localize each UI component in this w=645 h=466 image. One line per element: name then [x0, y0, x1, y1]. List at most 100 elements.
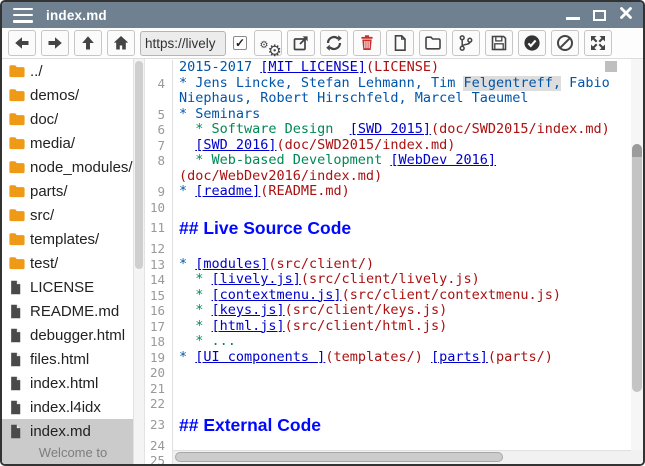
code-editor[interactable]: 2015-2017 [MIT LICENSE](LICENSE) 4* Jens … — [145, 59, 643, 464]
editor-vertical-scrollbar[interactable] — [631, 59, 643, 450]
folder-item[interactable]: test/ — [2, 251, 144, 275]
editor-vertical-scrollbar-thumb[interactable] — [632, 144, 642, 392]
forward-icon — [45, 33, 65, 53]
code-segment: * — [179, 272, 212, 287]
code-line: * Jens Lincke, Stefan Lehmann, Tim Felge… — [173, 76, 643, 92]
fullscreen-button[interactable] — [584, 30, 612, 56]
editor-row: 14 * [lively.js](src/client/lively.js) — [145, 272, 643, 288]
folder-icon — [8, 158, 26, 176]
file-item[interactable]: files.html — [2, 347, 144, 371]
selected-file-preview: Welcome to — [2, 443, 144, 464]
line-number: 11 — [145, 215, 173, 241]
line-number: 7 — [145, 138, 173, 154]
file-label: media/ — [30, 135, 75, 152]
editor-row: 8 * Web-based Development [WebDev 2016] — [145, 153, 643, 169]
sidebar-scrollbar-thumb[interactable] — [135, 61, 143, 269]
folder-item[interactable]: src/ — [2, 203, 144, 227]
code-line — [173, 365, 643, 381]
file-item[interactable]: README.md — [2, 299, 144, 323]
url-input[interactable] — [140, 31, 226, 56]
folder-icon — [8, 206, 26, 224]
code-line: ## External Code — [173, 412, 643, 438]
file-label: debugger.html — [30, 327, 125, 344]
code-segment: (src/client/contextmenu.js) — [342, 288, 561, 303]
scrollbar-corner — [631, 450, 643, 464]
folder-item[interactable]: node_modules/ — [2, 155, 144, 179]
menu-icon[interactable] — [13, 8, 33, 23]
open-external-button[interactable] — [287, 30, 315, 56]
line-number: 4 — [145, 76, 173, 92]
file-label: src/ — [30, 207, 54, 224]
code-segment: (src/client/lively.js) — [301, 272, 480, 287]
settings-button[interactable]: ⚙⚙ — [254, 30, 282, 56]
up-button[interactable] — [74, 30, 102, 56]
markdown-link: [modules] — [195, 257, 268, 272]
close-icon[interactable] — [619, 6, 633, 25]
git-branch-button[interactable] — [452, 30, 480, 56]
editor-horizontal-scrollbar[interactable] — [173, 450, 631, 464]
title-bar: index.md — [2, 2, 643, 28]
folder-item[interactable]: templates/ — [2, 227, 144, 251]
markdown-link: [MIT LICENSE] — [260, 60, 366, 75]
folder-item[interactable]: demos/ — [2, 83, 144, 107]
file-item[interactable]: index.md — [2, 419, 144, 443]
code-segment: 2015-2017 — [179, 60, 260, 75]
cancel-button[interactable] — [551, 30, 579, 56]
line-number: 16 — [145, 303, 173, 319]
accept-button[interactable] — [518, 30, 546, 56]
new-folder-button[interactable] — [419, 30, 447, 56]
forward-button[interactable] — [41, 30, 69, 56]
file-icon — [8, 422, 26, 440]
code-segment: * — [179, 350, 195, 365]
save-button[interactable] — [485, 30, 513, 56]
folder-icon — [8, 134, 26, 152]
window-controls — [566, 6, 633, 25]
line-number: 15 — [145, 288, 173, 304]
code-segment: ## Live Source Code — [179, 218, 351, 238]
line-number: 13 — [145, 257, 173, 273]
file-item[interactable]: index.html — [2, 371, 144, 395]
code-segment: (src/client/html.js) — [285, 319, 448, 334]
markdown-link: [SWD 2016] — [195, 138, 276, 153]
line-number: 23 — [145, 412, 173, 438]
folder-item[interactable]: media/ — [2, 131, 144, 155]
file-item[interactable]: index.l4idx — [2, 395, 144, 419]
url-checkbox[interactable]: ✓ — [233, 36, 247, 50]
file-label: parts/ — [30, 183, 68, 200]
file-label: demos/ — [30, 87, 79, 104]
code-segment: (src/client/keys.js) — [285, 303, 448, 318]
folder-item[interactable]: parts/ — [2, 179, 144, 203]
nav-buttons — [5, 30, 137, 56]
toolbar: ✓ ⚙⚙ — [2, 28, 643, 59]
action-buttons: ⚙⚙ — [251, 30, 614, 56]
file-icon — [8, 350, 26, 368]
code-segment: * ... — [179, 334, 236, 349]
code-segment: (LICENSE) — [366, 60, 439, 75]
code-line — [173, 200, 643, 216]
editor-row: 17 * [html.js](src/client/html.js) — [145, 319, 643, 335]
file-item[interactable]: debugger.html — [2, 323, 144, 347]
back-button[interactable] — [8, 30, 36, 56]
code-segment: * — [179, 184, 195, 199]
editor-horizontal-scrollbar-thumb[interactable] — [175, 452, 503, 462]
home-button[interactable] — [107, 30, 135, 56]
folder-item[interactable]: doc/ — [2, 107, 144, 131]
refresh-button[interactable] — [320, 30, 348, 56]
maximize-icon[interactable] — [593, 10, 606, 21]
sidebar-scrollbar[interactable] — [133, 59, 144, 464]
line-number: 24 — [145, 438, 173, 454]
minimize-icon[interactable] — [566, 17, 580, 20]
delete-button[interactable] — [353, 30, 381, 56]
editor-row: 6 * Software Design [SWD 2015](doc/SWD20… — [145, 122, 643, 138]
editor-row: 7 [SWD 2016](doc/SWD2015/index.md) — [145, 138, 643, 154]
editor-row: Niephaus, Robert Hirschfeld, Marcel Taeu… — [145, 91, 643, 107]
line-number: 6 — [145, 122, 173, 138]
folder-item[interactable]: ../ — [2, 59, 144, 83]
code-segment: (src/client/) — [268, 257, 374, 272]
code-line: * [keys.js](src/client/keys.js) — [173, 303, 643, 319]
new-file-button[interactable] — [386, 30, 414, 56]
line-number: 8 — [145, 153, 173, 169]
code-segment: * — [179, 319, 212, 334]
file-item[interactable]: LICENSE — [2, 275, 144, 299]
line-number — [145, 91, 173, 107]
